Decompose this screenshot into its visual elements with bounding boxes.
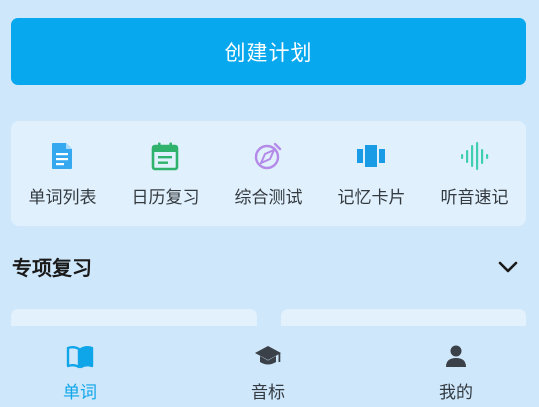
tool-comprehensive-test[interactable]: 综合测试 bbox=[217, 121, 320, 226]
cards-icon bbox=[357, 145, 385, 167]
nav-tab-profile[interactable]: 我的 bbox=[396, 326, 516, 407]
tool-memory-cards[interactable]: 记忆卡片 bbox=[320, 121, 423, 226]
tool-listen-memorize[interactable]: 听音速记 bbox=[423, 121, 526, 226]
nav-label: 音标 bbox=[251, 383, 285, 403]
calendar-icon bbox=[151, 142, 179, 171]
tool-word-list[interactable]: 单词列表 bbox=[11, 121, 114, 226]
nav-tab-words[interactable]: 单词 bbox=[20, 326, 140, 407]
tool-label: 综合测试 bbox=[234, 188, 303, 208]
graduation-cap-icon bbox=[255, 346, 281, 365]
nav-tab-phonetics[interactable]: 音标 bbox=[208, 326, 328, 407]
tool-calendar-review[interactable]: 日历复习 bbox=[114, 121, 217, 226]
user-icon bbox=[446, 345, 466, 367]
soundwave-icon bbox=[461, 142, 489, 170]
bottom-nav: 单词 音标 我的 bbox=[0, 326, 539, 407]
special-review-title: 专项复习 bbox=[12, 256, 92, 280]
book-icon bbox=[66, 346, 94, 369]
tool-label: 记忆卡片 bbox=[337, 188, 406, 208]
tool-label: 听音速记 bbox=[440, 188, 509, 208]
chevron-down-icon[interactable] bbox=[497, 258, 519, 276]
compass-icon bbox=[254, 142, 282, 170]
tool-label: 日历复习 bbox=[131, 188, 200, 208]
nav-label: 我的 bbox=[439, 383, 473, 403]
tool-label: 单词列表 bbox=[28, 188, 97, 208]
create-plan-button[interactable]: 创建计划 bbox=[11, 18, 526, 85]
document-icon bbox=[52, 143, 72, 169]
nav-label: 单词 bbox=[63, 383, 97, 403]
tools-card: 单词列表 日历复习 综合测试 记忆卡片 听音速记 bbox=[11, 121, 526, 226]
